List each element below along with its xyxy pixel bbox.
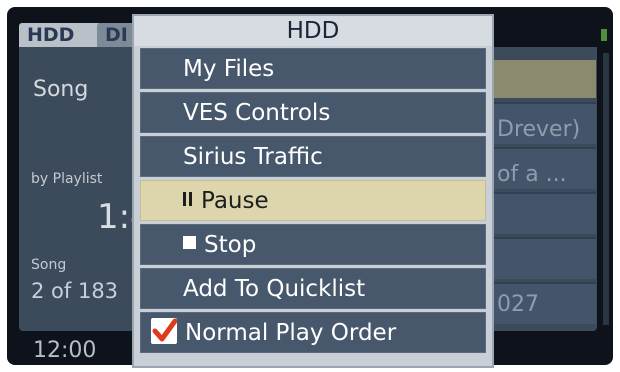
battery-icon (601, 29, 607, 41)
list-highlight (492, 60, 596, 98)
list-text: 027 (497, 292, 539, 317)
menu-item-label: My Files (183, 56, 275, 82)
menu-item-ves-controls[interactable]: VES Controls (140, 92, 486, 133)
list-text: of a ... (497, 162, 567, 187)
by-playlist-label: by Playlist (31, 171, 103, 187)
song-label: Song (33, 77, 89, 102)
menu-item-my-files[interactable]: My Files (140, 48, 486, 89)
menu-list: My Files VES Controls Sirius Traffic Pau… (140, 48, 486, 356)
list-text: Drever) (497, 117, 581, 142)
list-row (492, 237, 596, 279)
tab-disc-label: DI (105, 24, 128, 46)
menu-item-label: Normal Play Order (185, 320, 397, 346)
menu-title: HDD (134, 16, 492, 46)
tab-hdd-label: HDD (27, 24, 75, 46)
scrollbar[interactable] (603, 53, 609, 325)
tab-hdd[interactable]: HDD (19, 23, 99, 47)
menu-item-pause[interactable]: Pause (140, 180, 486, 221)
clock: 12:00 (33, 338, 97, 363)
pause-icon (183, 191, 193, 206)
menu-item-label: Pause (201, 188, 269, 214)
checkmark-icon[interactable] (151, 317, 177, 344)
menu-item-sirius-traffic[interactable]: Sirius Traffic (140, 136, 486, 177)
menu-item-stop[interactable]: Stop (140, 224, 486, 265)
menu-item-label: Add To Quicklist (183, 276, 366, 302)
track-count: 2 of 183 (31, 279, 119, 303)
menu-item-normal-play-order[interactable]: Normal Play Order (140, 312, 486, 353)
stop-icon (183, 236, 196, 249)
hdd-menu: HDD My Files VES Controls Sirius Traffic… (132, 14, 494, 368)
menu-item-label: Sirius Traffic (183, 144, 323, 170)
menu-item-label: Stop (204, 232, 257, 258)
list-row (492, 192, 596, 234)
menu-item-add-to-quicklist[interactable]: Add To Quicklist (140, 268, 486, 309)
menu-item-label: VES Controls (183, 100, 331, 126)
song-small-label: Song (31, 257, 67, 273)
